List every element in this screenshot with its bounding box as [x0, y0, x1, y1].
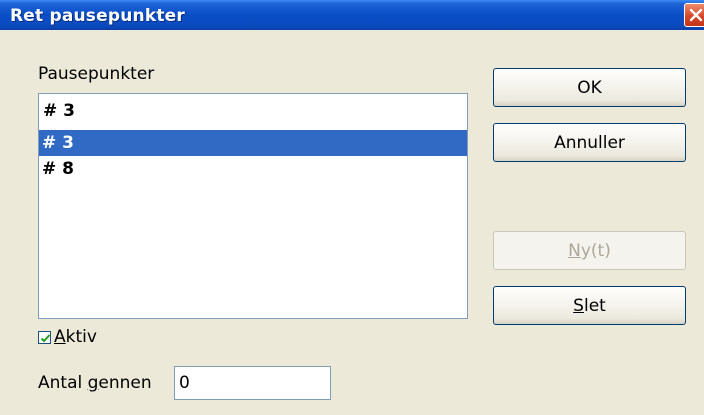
breakpoint-list[interactable]: # 3 # 8	[38, 127, 468, 319]
close-icon	[689, 8, 703, 22]
new-button-label: y(t)	[580, 240, 611, 261]
window-title: Ret pausepunkter	[10, 6, 185, 26]
checkmark-icon	[40, 333, 51, 342]
new-button[interactable]: Ny(t)	[493, 231, 686, 270]
cancel-button[interactable]: Annuller	[493, 123, 686, 162]
list-item[interactable]: # 3	[39, 130, 467, 156]
active-label: Aktiv	[54, 327, 97, 347]
delete-button-label: let	[583, 295, 606, 316]
breakpoint-input-value: # 3	[43, 101, 75, 121]
breakpoints-label: Pausepunkter	[38, 64, 155, 84]
breakpoint-input[interactable]: # 3	[38, 93, 468, 127]
pass-count-label: Antal gennen	[38, 373, 152, 393]
new-button-mnemonic: N	[568, 240, 581, 261]
list-item[interactable]: # 8	[39, 156, 467, 182]
pass-count-input[interactable]	[174, 366, 331, 400]
delete-button-mnemonic: S	[573, 295, 584, 316]
close-button[interactable]	[684, 3, 704, 27]
delete-button[interactable]: Slet	[493, 286, 686, 325]
active-checkbox-row[interactable]: Aktiv	[38, 326, 97, 348]
title-bar: Ret pausepunkter	[0, 0, 704, 30]
ok-button[interactable]: OK	[493, 68, 686, 107]
active-checkbox[interactable]	[38, 330, 51, 344]
